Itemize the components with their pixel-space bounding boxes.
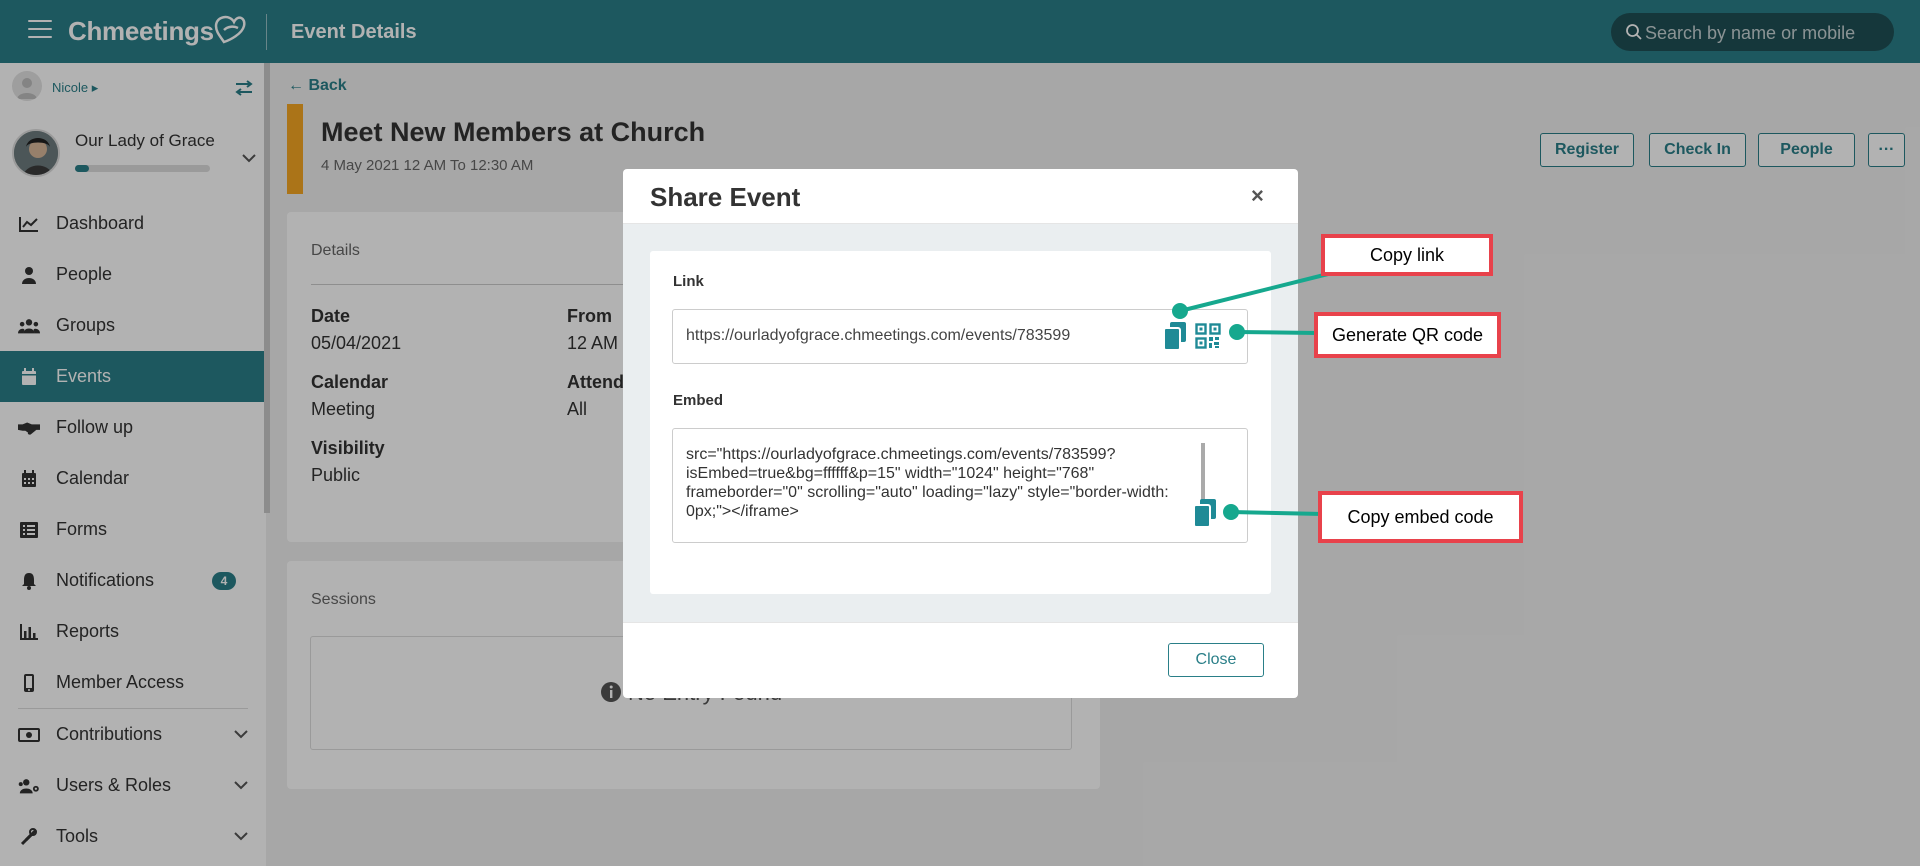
embed-connector [1230, 510, 1324, 516]
qr-connector [1236, 330, 1318, 335]
copy-link-connector-dot [1172, 303, 1188, 319]
callout-copy-embed: Copy embed code [1318, 491, 1523, 543]
qr-connector-dot [1229, 324, 1245, 340]
copy-link-connector [1179, 272, 1329, 313]
annotation-connectors [1172, 272, 1329, 520]
callout-generate-qr: Generate QR code [1314, 312, 1501, 358]
embed-connector-dot [1223, 504, 1239, 520]
callout-copy-link: Copy link [1321, 234, 1493, 276]
